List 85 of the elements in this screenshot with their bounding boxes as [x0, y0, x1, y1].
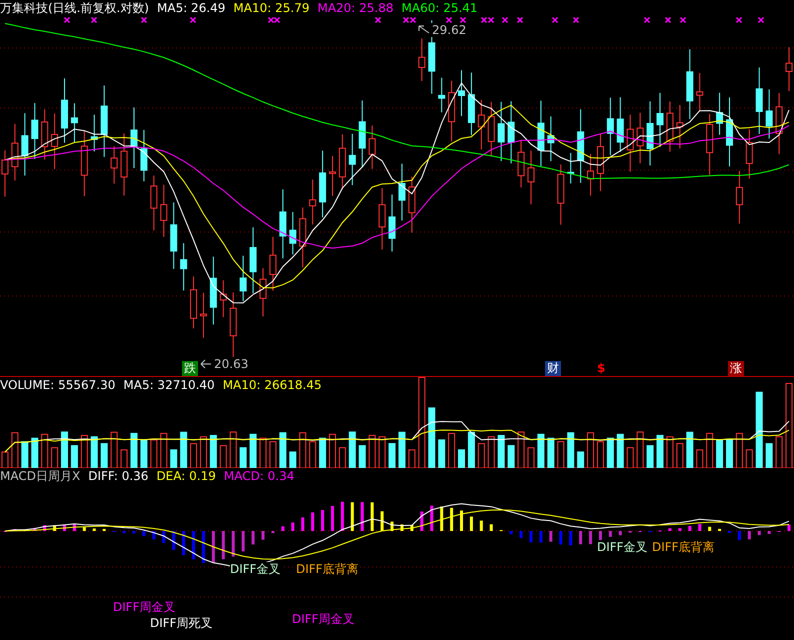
event-badge[interactable]: 财 [545, 361, 561, 376]
macd-histogram-bar [72, 524, 76, 531]
macd-histogram-bar [748, 531, 751, 540]
signal-label: DIFF底背离 [296, 562, 359, 576]
event-badge[interactable]: 涨 [728, 361, 744, 376]
macd-histogram-bar [252, 531, 255, 544]
high-price-label: 29.62 [432, 23, 466, 37]
event-badge[interactable]: 跌 [182, 361, 198, 376]
signal-label: DIFF金叉 [230, 562, 281, 576]
macd-histogram-bar [102, 528, 106, 531]
macd-histogram-bar [192, 531, 196, 560]
macd-histogram-bar [63, 524, 66, 531]
macd-histogram-bar [330, 506, 334, 531]
macd-histogram-bar [440, 506, 444, 531]
macd-histogram-bar [311, 512, 314, 531]
macd-histogram-bar [370, 502, 374, 531]
macd-histogram-bar [569, 531, 572, 546]
macd-histogram-bar [480, 520, 483, 531]
macd-histogram-bar [380, 511, 384, 531]
macd-histogram-bar [92, 528, 96, 531]
macd-histogram-bar [301, 517, 304, 531]
macd-histogram-bar [668, 528, 672, 531]
macd-histogram-bar [678, 528, 682, 531]
macd-histogram-bar [43, 525, 46, 531]
macd-histogram-bar [271, 531, 274, 534]
macd-histogram-bar [618, 531, 622, 536]
signal-label: DIFF周金叉 [292, 612, 355, 626]
macd-histogram-bar [738, 531, 741, 540]
macd-histogram-bar [53, 525, 56, 531]
macd-histogram-bar [470, 516, 473, 531]
macd-histogram-bar [172, 531, 176, 550]
macd-histogram-bar [242, 531, 245, 552]
macd-histogram-bar [162, 531, 166, 544]
macd-histogram-bar [232, 531, 235, 557]
macd-histogram-bar [420, 512, 424, 531]
arrow-icon [200, 359, 212, 369]
macd-histogram-bar [450, 508, 454, 531]
macd-histogram-bar [321, 510, 324, 531]
macd-histogram-bar [788, 524, 791, 531]
macd-histogram-bar [688, 526, 692, 531]
macd-histogram-bar [598, 531, 602, 541]
macd-histogram-bar [281, 526, 284, 531]
macd-histogram-bar [122, 531, 126, 534]
signal-label: DIFF周金叉 [113, 600, 176, 614]
macd-histogram-bar [698, 524, 702, 531]
macd-histogram-bar [132, 531, 136, 534]
macd-histogram-bar [152, 531, 156, 540]
macd-histogram-bar [410, 525, 414, 531]
macd-histogram-bar [718, 528, 722, 531]
signal-label: DIFF底背离 [652, 540, 715, 554]
macd-histogram-bar [400, 524, 404, 531]
macd-histogram-bar [340, 502, 344, 531]
signal-label: DIFF金叉 [597, 540, 648, 554]
macd-histogram-bar [460, 510, 464, 531]
macd-histogram-bar [33, 528, 36, 531]
macd-histogram-bar [390, 522, 394, 531]
macd-histogram-bar [708, 526, 712, 531]
macd-histogram-bar [142, 531, 146, 536]
macd-histogram-bar [350, 502, 354, 531]
macd-histogram-bar [291, 522, 294, 531]
macd-histogram-bar [539, 531, 542, 543]
macd-histogram-bar [549, 531, 552, 542]
macd-histogram-bar [82, 527, 86, 531]
macd-histogram-bar [529, 531, 532, 542]
macd-histogram-bar [490, 524, 493, 531]
macd-histogram-bar [182, 531, 186, 556]
chart-title: 万集科技(日线.前复权.对数) [0, 1, 149, 16]
macd-histogram-bar [430, 506, 434, 531]
macd-histogram-bar [202, 531, 205, 564]
macd-histogram-bar [579, 531, 582, 544]
arrow-icon [418, 25, 430, 35]
event-marker[interactable]: $ [597, 361, 606, 376]
macd-histogram-bar [212, 531, 215, 563]
macd-histogram-bar [262, 531, 265, 540]
macd-histogram-bar [559, 531, 562, 544]
macd-histogram-bar [222, 531, 225, 560]
macd-histogram-bar [520, 531, 523, 538]
macd-histogram-bar [360, 502, 364, 531]
macd-histogram-bar [758, 531, 761, 536]
macd-histogram-bar [510, 531, 513, 534]
low-price-label: 20.63 [214, 357, 248, 371]
signal-label: DIFF周死叉 [150, 616, 213, 630]
macd-histogram-bar [589, 531, 592, 544]
macd-histogram-bar [608, 531, 612, 537]
macd-histogram-bar [768, 531, 771, 534]
